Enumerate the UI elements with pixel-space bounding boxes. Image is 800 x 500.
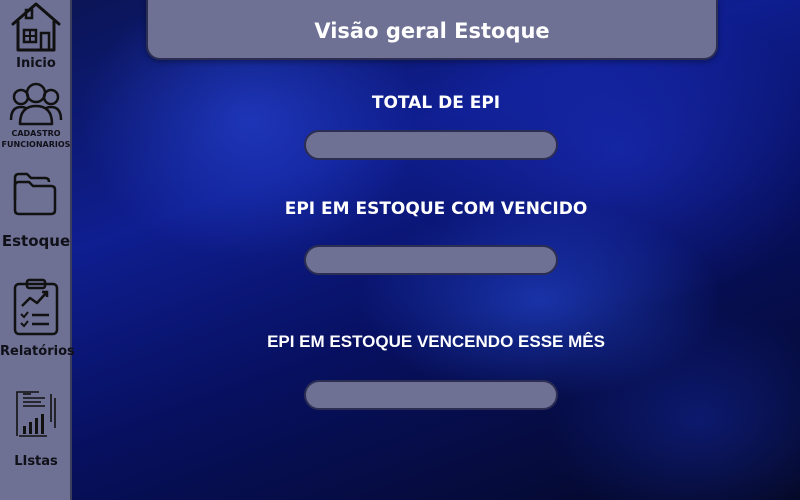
document-chart-icon — [16, 391, 56, 437]
sidebar-item-label: Inicio — [16, 56, 56, 71]
sidebar-item-label: Relatórios — [0, 344, 75, 359]
page-header: Visão geral Estoque — [146, 0, 718, 60]
folders-icon — [13, 172, 57, 216]
sidebar-item-relatorios[interactable]: Relatórios — [0, 278, 75, 359]
sidebar-item-listas[interactable]: LIstas — [0, 388, 72, 469]
epi-vencido-heading: EPI EM ESTOQUE COM VENCIDO — [284, 199, 588, 219]
sidebar-item-label: Estoque — [1, 232, 71, 250]
epi-vencido-field — [304, 245, 558, 275]
sidebar-item-label: LIstas — [14, 454, 58, 469]
sidebar-item-estoque[interactable]: Estoque — [0, 170, 72, 250]
house-icon — [11, 2, 61, 52]
epi-vencendo-mes-heading: EPI EM ESTOQUE VENCENDO ESSE MÊS — [267, 332, 605, 351]
sidebar-item-inicio[interactable]: Inicio — [0, 0, 72, 71]
total-epi-field — [304, 130, 558, 160]
users-icon — [9, 82, 63, 126]
sidebar: Inicio CADASTRO FUNCIONARIOS Estoque Rel… — [0, 0, 75, 500]
page-title: Visão geral Estoque — [314, 19, 550, 43]
epi-vencendo-mes-field — [304, 380, 558, 410]
sidebar-item-cadastro-funcionarios[interactable]: CADASTRO FUNCIONARIOS — [0, 80, 72, 150]
sidebar-item-label: CADASTRO FUNCIONARIOS — [1, 129, 71, 149]
total-epi-heading: TOTAL DE EPI — [371, 93, 501, 113]
app-window: Inicio CADASTRO FUNCIONARIOS Estoque Rel… — [0, 0, 800, 500]
clipboard-chart-icon — [13, 278, 59, 336]
